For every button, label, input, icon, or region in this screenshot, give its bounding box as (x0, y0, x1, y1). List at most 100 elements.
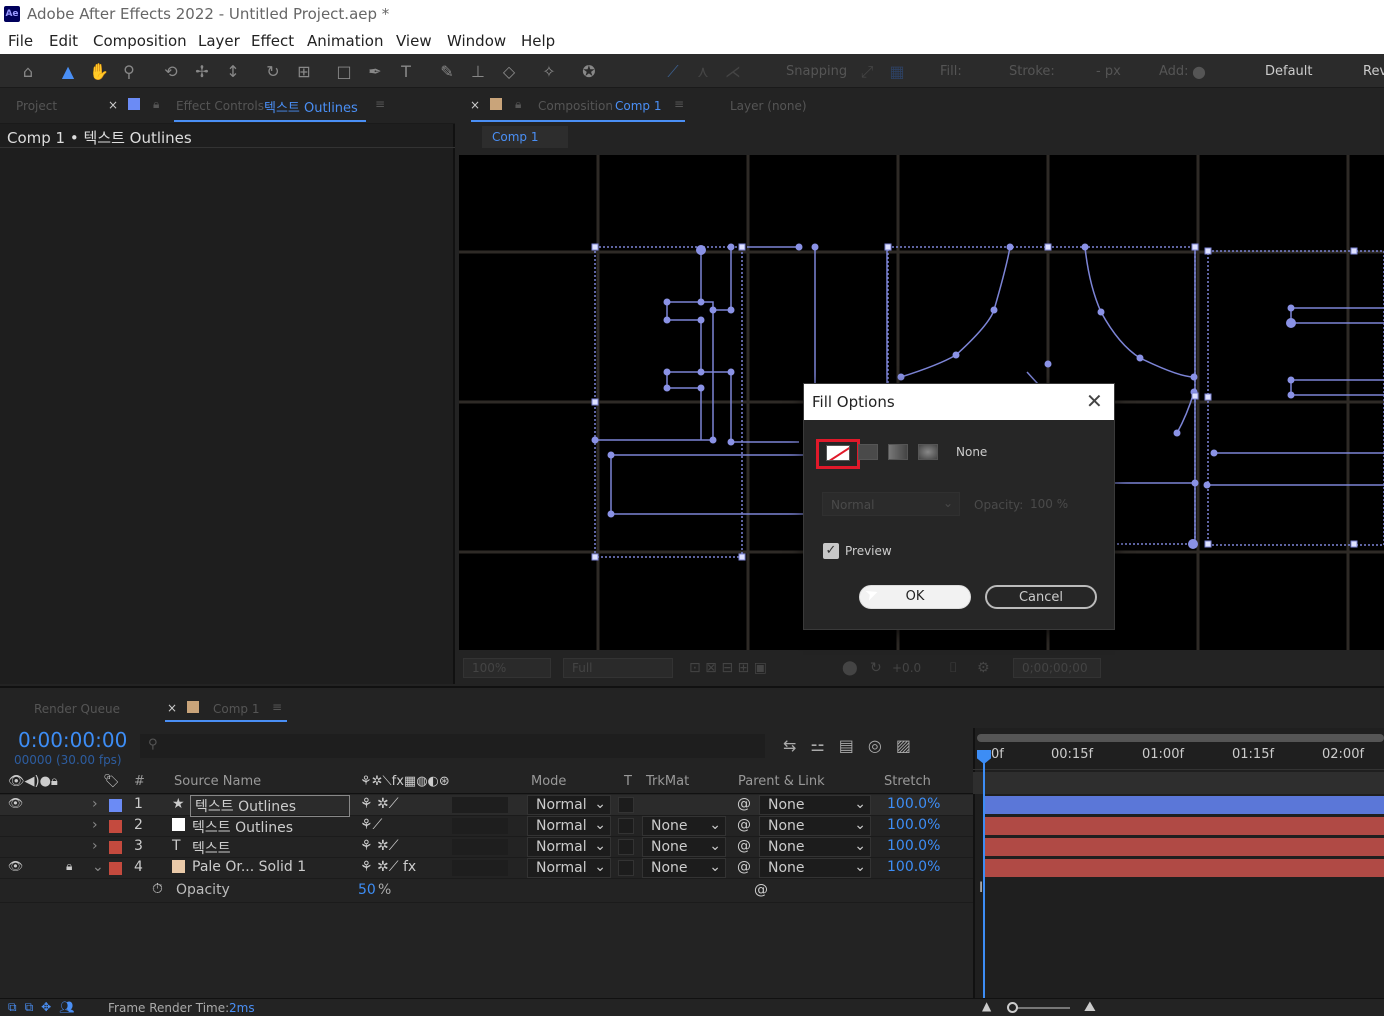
menu-composition[interactable]: Composition (93, 32, 187, 50)
home-icon[interactable]: ⌂ (17, 61, 39, 83)
layer-switch-icons[interactable]: ⚘ ✲⟋ (360, 838, 399, 854)
layer-duration-bar[interactable] (985, 796, 1384, 814)
parent-dropdown[interactable]: None ⌄ (759, 795, 871, 815)
layer-switch-boxes[interactable] (452, 860, 508, 876)
preserve-transparency-box[interactable] (618, 818, 634, 834)
layer-row[interactable]: 👁︎ › 1 ★ 텍스트 Outlines ⚘ ✲⟋ Normal ⌄ @ None ⌄ 100.0% (0, 795, 975, 817)
eraser-tool-icon[interactable]: ◇ (498, 61, 520, 83)
current-timecode[interactable]: 0:00:00:00 (18, 728, 127, 752)
layer-switch-icons[interactable]: ⚘⟋ (360, 817, 382, 833)
layer-duration-bar[interactable] (985, 859, 1384, 877)
arrange-icon[interactable]: ⋌ (722, 61, 744, 83)
menu-view[interactable]: View (396, 32, 432, 50)
layer-switch-icons[interactable]: ⚘ ✲⟋ fx (360, 859, 416, 875)
tab-comp-1[interactable]: Comp 1 (213, 702, 259, 716)
color-channels-icon[interactable]: ⬤ (842, 660, 858, 676)
mode-dropdown[interactable]: Normal ⌄ (527, 837, 611, 857)
fill-linear-gradient-icon[interactable] (888, 444, 908, 460)
layer-switch-boxes[interactable] (452, 797, 508, 813)
comp-subtab[interactable]: Comp 1 (482, 126, 568, 148)
pickwhip-icon[interactable]: @ (737, 796, 751, 812)
lock-icon[interactable]: 🔒︎ (515, 97, 521, 112)
expand-chevron-icon[interactable]: › (92, 838, 98, 854)
layer-row[interactable]: › 2 텍스트 Outlines ⚘⟋ Normal ⌄ None ⌄ @ None ⌄ 100.0% (0, 816, 975, 837)
zoom-dropdown[interactable]: 100% (463, 658, 551, 678)
stroke-width[interactable]: - px (1096, 64, 1121, 79)
layer-duration-bar[interactable] (985, 838, 1384, 856)
timeline-switch-icons[interactable]: ⇆⚍▤◎▨ (783, 736, 925, 755)
orbit-tool-icon[interactable]: ⟲ (160, 61, 182, 83)
expand-chevron-icon[interactable]: › (92, 817, 98, 833)
col-trkmat[interactable]: TrkMat (646, 774, 689, 789)
layer-name[interactable]: 텍스트 Outlines (190, 795, 350, 817)
cancel-button[interactable]: Cancel (985, 585, 1097, 609)
zoom-in-icon[interactable]: ⛰ (1084, 999, 1096, 1015)
exposure-value[interactable]: +0.0 (892, 661, 921, 675)
lock-icon[interactable]: 🔒︎ (153, 97, 159, 112)
rectangle-tool-icon[interactable]: □ (333, 61, 355, 83)
close-icon[interactable]: × (470, 98, 480, 112)
fill-radial-gradient-icon[interactable] (918, 444, 938, 460)
pen-tool-icon[interactable]: ✒ (364, 61, 386, 83)
col-mode[interactable]: Mode (531, 774, 566, 789)
layer-duration-bar[interactable] (985, 817, 1384, 835)
roto-brush-tool-icon[interactable]: ✧ (538, 61, 560, 83)
resolution-dropdown[interactable]: Full (563, 658, 673, 678)
tab-effect-controls[interactable]: Effect Controls (176, 99, 264, 113)
menu-effect[interactable]: Effect (251, 32, 294, 50)
clone-stamp-tool-icon[interactable]: ⊥ (467, 61, 489, 83)
mode-dropdown[interactable]: Normal ⌄ (527, 858, 611, 878)
av-switch-icons[interactable]: 👁︎◀)●🔒︎ (8, 774, 58, 789)
brush-tool-icon[interactable]: ✎ (436, 61, 458, 83)
layer-name[interactable]: 텍스트 (192, 838, 342, 858)
col-source-name[interactable]: Source Name (174, 774, 261, 789)
show-snapshot-icon[interactable]: ⚙ (977, 660, 990, 676)
expand-chevron-icon[interactable]: ⌄ (92, 859, 104, 875)
rotation-tool-icon[interactable]: ↻ (262, 61, 284, 83)
trkmat-dropdown[interactable]: None ⌄ (642, 816, 726, 836)
layer-search-input[interactable]: ⚲ (140, 734, 765, 758)
property-value[interactable]: 50 (358, 882, 376, 898)
layer-name[interactable]: Pale Or... Solid 1 (192, 859, 342, 875)
align-icon[interactable]: ⟋ (662, 61, 684, 83)
menu-window[interactable]: Window (447, 32, 506, 50)
stretch-value[interactable]: 100.0% (887, 817, 940, 833)
panel-menu-icon[interactable]: ≡ (272, 700, 282, 714)
tab-render-queue[interactable]: Render Queue (34, 702, 120, 716)
tab-project[interactable]: Project (16, 99, 57, 113)
stretch-value[interactable]: 100.0% (887, 838, 940, 854)
layer-switch-boxes[interactable] (452, 839, 508, 855)
add-circle-icon[interactable]: ● (1188, 61, 1210, 83)
layer-switch-icons[interactable]: ⚘ ✲⟋ (360, 796, 399, 812)
pickwhip-icon[interactable]: @ (737, 859, 751, 875)
preserve-transparency-box[interactable] (618, 860, 634, 876)
panel-menu-icon[interactable]: ≡ (375, 97, 385, 111)
label-color-swatch[interactable] (109, 862, 122, 875)
pickwhip-icon[interactable]: @ (754, 882, 768, 898)
type-tool-icon[interactable]: T (395, 61, 417, 83)
hand-tool-icon[interactable]: ✋ (88, 61, 110, 83)
preserve-transparency-box[interactable] (618, 797, 634, 813)
snapshot-icon[interactable]: ⌷ (949, 660, 957, 676)
layer-row[interactable]: 👁︎ 🔒︎ ⌄ 4 Pale Or... Solid 1 ⚘ ✲⟋ fx Normal ⌄ No… (0, 858, 975, 879)
puppet-tool-icon[interactable]: ✪ (578, 61, 600, 83)
work-area-bar[interactable] (977, 734, 1384, 742)
parent-dropdown[interactable]: None ⌄ (759, 858, 871, 878)
anchor-tool-icon[interactable]: ⊞ (293, 61, 315, 83)
menu-animation[interactable]: Animation (307, 32, 383, 50)
pan-tool-icon[interactable]: ✢ (191, 61, 213, 83)
pickwhip-icon[interactable]: @ (737, 838, 751, 854)
time-ruler[interactable]: 0f 00:15f 01:00f 01:15f 02:00f (973, 744, 1384, 770)
workspace-default[interactable]: Default (1265, 64, 1313, 79)
eye-icon[interactable]: 👁︎ (8, 859, 23, 873)
label-color-swatch[interactable] (109, 799, 122, 812)
mode-dropdown[interactable]: Normal ⌄ (527, 795, 611, 815)
close-icon[interactable]: ✕ (1086, 389, 1103, 413)
zoom-out-icon[interactable]: ▲ (982, 999, 991, 1013)
workspace-review[interactable]: Rev (1363, 64, 1384, 79)
snap-grid-icon[interactable]: ▦ (886, 61, 908, 83)
snap-edges-icon[interactable]: ⤢ (856, 61, 878, 83)
stopwatch-icon[interactable]: ⏱︎ (152, 881, 163, 897)
lock-icon[interactable]: 🔒︎ (66, 859, 72, 874)
dolly-tool-icon[interactable]: ↕ (222, 61, 244, 83)
